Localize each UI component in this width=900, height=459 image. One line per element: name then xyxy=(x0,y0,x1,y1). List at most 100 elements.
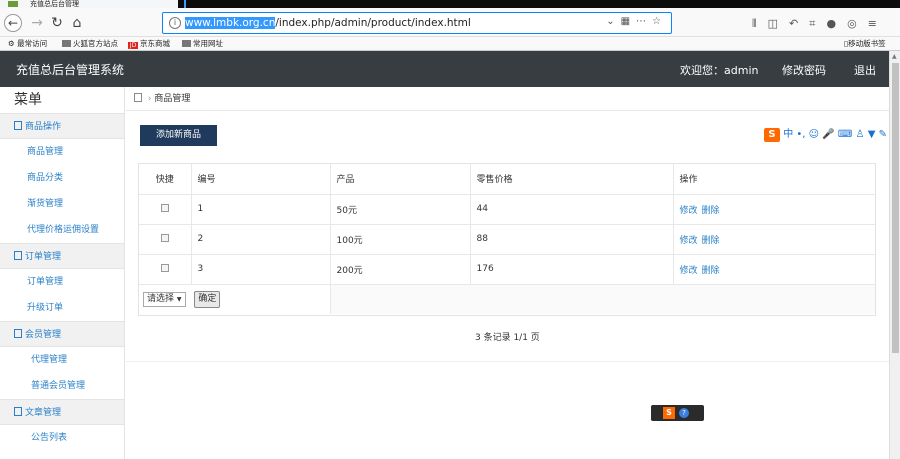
sidebar-item-agent-price[interactable]: 代理价格运佣设置 xyxy=(0,217,124,243)
qr-code-icon[interactable]: ▦ xyxy=(621,16,636,27)
cell-ops: 修改 删除 xyxy=(673,224,875,255)
col-header-quick: 快捷 xyxy=(139,164,192,195)
batch-action-cell: 请选择 ▼ 确定 xyxy=(139,284,331,314)
scroll-up-icon[interactable]: ▲ xyxy=(892,53,897,60)
confirm-button[interactable]: 确定 xyxy=(194,290,221,308)
sidebar-item-order-manage[interactable]: 订单管理 xyxy=(0,269,124,295)
sogou-logo-icon[interactable]: S xyxy=(764,128,780,142)
folder-icon xyxy=(182,40,191,47)
sidebar-item-notice-list[interactable]: 公告列表 xyxy=(0,425,124,451)
col-header-price: 零售价格 xyxy=(470,164,674,195)
delete-link[interactable]: 删除 xyxy=(702,266,720,276)
cell-ops: 修改 删除 xyxy=(673,194,875,225)
bookmark-item[interactable]: 常用网址 xyxy=(182,37,223,50)
url-path: /index.php/admin/product/index.html xyxy=(275,17,471,29)
edit-link[interactable]: 修改 xyxy=(680,266,698,276)
sidebar-group-article[interactable]: 文章管理 xyxy=(0,399,124,425)
change-password-link[interactable]: 修改密码 xyxy=(782,62,826,78)
bookmark-item[interactable]: JD 京东商城 xyxy=(128,37,170,50)
list-icon xyxy=(14,407,22,416)
url-bar[interactable]: i www.lmbk.org.cn/index.php/admin/produc… xyxy=(162,12,672,34)
breadcrumb-sep: › xyxy=(147,94,152,104)
sidebar-group-order[interactable]: 订单管理 xyxy=(0,243,124,269)
add-product-button[interactable]: 添加新商品 xyxy=(140,125,217,146)
sidebar-item-member-manage[interactable]: 普通会员管理 xyxy=(0,373,124,399)
menu-title: 菜单 xyxy=(14,92,42,108)
delete-link[interactable]: 删除 xyxy=(702,206,720,216)
home-icon[interactable]: ⌂ xyxy=(68,14,86,32)
emoji-icon[interactable]: ☺ xyxy=(809,129,819,140)
logout-link[interactable]: 退出 xyxy=(854,62,876,78)
row-checkbox-cell xyxy=(139,224,192,255)
help-icon[interactable]: ? xyxy=(679,408,689,418)
ime-lang-toggle[interactable]: 中 xyxy=(783,129,793,140)
scroll-thumb[interactable] xyxy=(892,63,899,353)
app-header: 充值总后台管理系统 欢迎您：admin 修改密码 退出 xyxy=(0,51,889,87)
sync-icon[interactable]: ◎ xyxy=(847,17,868,30)
forward-arrow-icon[interactable]: → xyxy=(28,14,46,32)
row-checkbox[interactable] xyxy=(160,233,169,242)
main-content: › 商品管理 添加新商品 S 中 •, ☺ 🎤 ⌨ ♙ ▼ ✎ 快捷 编号 产品… xyxy=(126,87,889,459)
row-checkbox[interactable] xyxy=(160,203,169,212)
row-checkbox[interactable] xyxy=(160,263,169,272)
content-divider xyxy=(126,361,889,362)
bookmark-item[interactable]: ⚙ 最常访问 xyxy=(8,37,47,50)
keyboard-icon[interactable]: ⌨ xyxy=(838,129,852,140)
bookmarks-bar: ⚙ 最常访问 火狐官方站点 JD 京东商城 常用网址 ▯移动版书签 xyxy=(0,37,900,51)
wrench-icon[interactable]: ✎ xyxy=(879,129,887,140)
ime-status-bar[interactable]: S ? xyxy=(651,405,704,421)
edit-link[interactable]: 修改 xyxy=(680,236,698,246)
col-header-id: 编号 xyxy=(191,164,331,195)
sidebar-item-product-manage[interactable]: 商品管理 xyxy=(0,139,124,165)
tab-favicon-icon xyxy=(8,1,18,7)
browser-tabstrip: 充值总后台管理 xyxy=(0,0,900,8)
url-text[interactable]: www.lmbk.org.cn/index.php/admin/product/… xyxy=(185,17,471,30)
mobile-bookmarks[interactable]: ▯移动版书签 xyxy=(844,37,886,50)
site-info-icon[interactable]: i xyxy=(169,17,181,29)
cell-price: 88 xyxy=(470,224,674,255)
sidebar-group-product[interactable]: 商品操作 xyxy=(0,113,124,139)
ime-toolbar: S 中 •, ☺ 🎤 ⌨ ♙ ▼ ✎ xyxy=(764,128,887,142)
reload-icon[interactable]: ↻ xyxy=(48,14,66,32)
col-header-product: 产品 xyxy=(330,164,471,195)
cell-id: 3 xyxy=(191,254,331,285)
sidebar-item-product-category[interactable]: 商品分类 xyxy=(0,165,124,191)
delete-link[interactable]: 删除 xyxy=(702,236,720,246)
user-icon[interactable]: ♙ xyxy=(856,129,865,140)
bookmark-star-icon[interactable]: ☆ xyxy=(652,16,667,27)
undo-icon[interactable]: ↶ xyxy=(789,17,809,30)
more-dots-icon[interactable]: ⋯ xyxy=(636,16,652,27)
punctuation-icon[interactable]: •, xyxy=(796,129,805,140)
sidebar-item-agent-manage[interactable]: 代理管理 xyxy=(0,347,124,373)
sidebar-item-upgrade-order[interactable]: 升级订单 xyxy=(0,295,124,321)
list-icon xyxy=(14,121,22,130)
cell-product: 50元 xyxy=(330,194,471,225)
menu-icon[interactable]: ≡ xyxy=(868,17,888,30)
edit-link[interactable]: 修改 xyxy=(680,206,698,216)
batch-select[interactable]: 请选择 ▼ xyxy=(143,291,186,307)
library-icon[interactable]: ⫴ xyxy=(752,17,768,30)
sidebar-icon[interactable]: ◫ xyxy=(768,17,789,30)
list-icon xyxy=(14,329,22,338)
batch-empty-cell xyxy=(330,284,875,314)
sidebar: 菜单 商品操作 商品管理 商品分类 渐货管理 代理价格运佣设置 订单管理 订单管… xyxy=(0,87,125,459)
browser-tab[interactable]: 充值总后台管理 xyxy=(0,0,178,8)
dropdown-chevron-icon[interactable]: ⌄ xyxy=(606,16,620,27)
sidebar-item-stock-manage[interactable]: 渐货管理 xyxy=(0,191,124,217)
chat-icon[interactable]: ● xyxy=(826,17,847,30)
back-arrow-icon[interactable]: ← xyxy=(4,14,22,32)
crop-icon[interactable]: ⌗ xyxy=(809,17,826,30)
page-scrollbar[interactable]: ▲ xyxy=(889,51,900,459)
list-icon xyxy=(14,251,22,260)
page-icon xyxy=(134,93,142,102)
table-row: 2 100元 88 修改 删除 xyxy=(139,224,875,255)
tab-title: 充值总后台管理 xyxy=(30,0,79,8)
table-header-row: 快捷 编号 产品 零售价格 操作 xyxy=(139,164,875,195)
bookmark-item[interactable]: 火狐官方站点 xyxy=(62,37,118,50)
sidebar-group-member[interactable]: 会员管理 xyxy=(0,321,124,347)
microphone-icon[interactable]: 🎤 xyxy=(822,129,834,140)
select-arrow-icon: ▼ xyxy=(176,295,182,303)
pagination-info: 3 条记录 1/1 页 xyxy=(475,333,540,343)
cell-product: 100元 xyxy=(330,224,471,255)
skin-icon[interactable]: ▼ xyxy=(868,129,876,140)
